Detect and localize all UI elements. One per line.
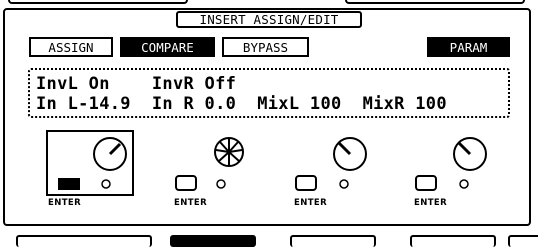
assign-button[interactable]: ASSIGN xyxy=(29,37,113,57)
parameter-display: InvL On InvR Off In L-14.9 In R 0.0 MixL… xyxy=(28,68,510,118)
bottom-tab-5[interactable] xyxy=(508,235,538,247)
page-title: INSERT ASSIGN/EDIT xyxy=(176,11,362,28)
top-tab-stub-right xyxy=(345,0,525,4)
display-line-2: In L-14.9 In R 0.0 MixL 100 MixR 100 xyxy=(36,94,447,114)
top-tab-stub-left xyxy=(8,0,188,4)
knob-2-enter-label: ENTER xyxy=(174,198,208,208)
knob-4-enter-label: ENTER xyxy=(414,198,448,208)
knob-group-4[interactable]: ENTER xyxy=(412,134,492,208)
bottom-tab-4[interactable] xyxy=(410,235,496,247)
knob-group-3[interactable]: ENTER xyxy=(292,134,372,208)
compare-button[interactable]: COMPARE xyxy=(120,37,215,57)
knob-2-icon[interactable] xyxy=(172,134,252,196)
knob-group-1[interactable]: ENTER xyxy=(48,134,132,208)
knob-1-enter-label: ENTER xyxy=(48,198,82,208)
knob-1-icon[interactable] xyxy=(52,134,132,196)
bottom-tab-2[interactable] xyxy=(170,235,256,247)
display-line-1: InvL On InvR Off xyxy=(36,74,237,94)
param-button[interactable]: PARAM xyxy=(427,37,510,57)
knob-3-enter-label: ENTER xyxy=(294,198,328,208)
bottom-tab-3[interactable] xyxy=(290,235,376,247)
knob-3-icon[interactable] xyxy=(292,134,372,196)
bottom-tab-1[interactable] xyxy=(16,235,152,247)
knob-4-icon[interactable] xyxy=(412,134,492,196)
bypass-button[interactable]: BYPASS xyxy=(222,37,309,57)
insert-assign-edit-window: INSERT ASSIGN/EDIT ASSIGN COMPARE BYPASS… xyxy=(0,0,538,247)
knob-group-2[interactable]: ENTER xyxy=(172,134,252,208)
